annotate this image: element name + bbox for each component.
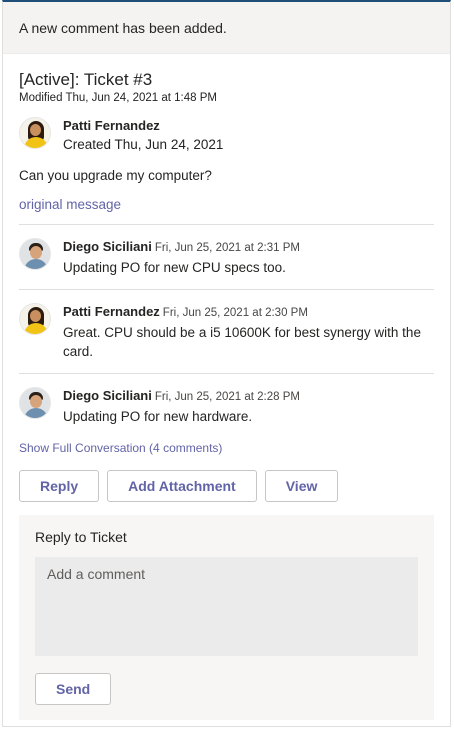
ticket-card: A new comment has been added. [Active]: … [2, 0, 451, 727]
ticket-title: [Active]: Ticket #3 [19, 70, 153, 89]
avatar-diego [19, 387, 51, 419]
comment-timestamp: Fri, Jun 25, 2021 at 2:30 PM [162, 307, 308, 319]
comment-timestamp: Fri, Jun 25, 2021 at 2:28 PM [154, 391, 300, 403]
ticket-modified: Modified Thu, Jun 24, 2021 at 1:48 PM [19, 92, 217, 104]
action-buttons: Reply Add Attachment View [19, 470, 434, 502]
avatar-patti [19, 303, 51, 335]
comment-author: Diego Siciliani [63, 239, 152, 254]
reply-panel: Reply to Ticket Send [19, 515, 434, 720]
reply-panel-title: Reply to Ticket [35, 529, 127, 545]
notification-banner: A new comment has been added. [3, 2, 450, 54]
comment-item: Diego Siciliani Fri, Jun 25, 2021 at 2:31… [19, 225, 434, 277]
add-attachment-button[interactable]: Add Attachment [107, 470, 257, 502]
comment-author: Patti Fernandez [63, 304, 160, 319]
comment-item: Patti Fernandez Fri, Jun 25, 2021 at 2:30… [19, 290, 434, 361]
comment-timestamp: Fri, Jun 25, 2021 at 2:31 PM [154, 242, 300, 254]
comment-input[interactable] [35, 557, 418, 656]
creator-created: Created Thu, Jun 24, 2021 [63, 137, 224, 152]
reply-button[interactable]: Reply [19, 470, 100, 502]
show-full-conversation-link[interactable]: Show Full Conversation (4 comments) [19, 441, 434, 455]
creator-name: Patti Fernandez [63, 118, 160, 133]
card-content: [Active]: Ticket #3 Modified Thu, Jun 24… [3, 69, 450, 720]
comment-text: Updating PO for new hardware. [63, 409, 253, 424]
banner-text: A new comment has been added. [19, 19, 227, 36]
avatar-diego [19, 238, 51, 270]
view-button[interactable]: View [264, 470, 339, 502]
original-message-link[interactable]: original message [19, 197, 434, 212]
comment-item: Diego Siciliani Fri, Jun 25, 2021 at 2:28… [19, 374, 434, 426]
send-button[interactable]: Send [35, 673, 112, 705]
comment-text: Updating PO for new CPU specs too. [63, 260, 286, 275]
comment-author: Diego Siciliani [63, 388, 152, 403]
ticket-creator: Patti Fernandez Created Thu, Jun 24, 202… [19, 104, 434, 154]
comment-text: Great. CPU should be a i5 10600K for bes… [63, 325, 421, 359]
avatar-patti [19, 117, 51, 149]
ticket-question: Can you upgrade my computer? [19, 168, 212, 183]
